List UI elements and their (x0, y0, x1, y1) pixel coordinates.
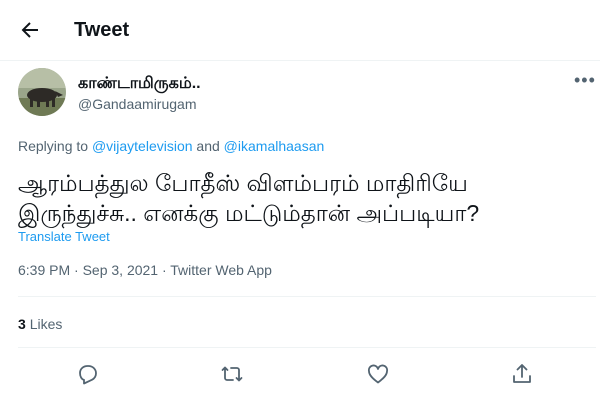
tweet-text: ஆரம்பத்துல போதீஸ் விளம்பரம் மாதிரியே இரு… (18, 168, 588, 228)
rhino-avatar-icon (18, 68, 66, 116)
likes-number: 3 (18, 316, 26, 332)
tweet-text-line-2: இருந்துச்சு.. எனக்கு மட்டும்தான் அப்படிய… (18, 200, 480, 226)
tweet-text-line-1: ஆரம்பத்துல போதீஸ் விளம்பரம் மாதிரியே (18, 170, 468, 196)
replying-to-line: Replying to @vijaytelevision and @ikamal… (18, 138, 324, 154)
share-icon[interactable] (510, 362, 534, 386)
replying-prefix: Replying to (18, 138, 89, 154)
author-handle[interactable]: @Gandaamirugam (78, 96, 197, 112)
like-icon[interactable] (366, 362, 390, 386)
top-bar: Tweet (0, 0, 600, 61)
page-title: Tweet (74, 19, 130, 41)
retweet-icon[interactable] (220, 362, 244, 386)
avatar[interactable] (18, 68, 66, 116)
back-arrow-icon[interactable] (18, 18, 42, 42)
divider (18, 296, 596, 297)
divider (18, 347, 596, 348)
likes-count[interactable]: 3 Likes (18, 316, 62, 332)
reply-icon[interactable] (76, 362, 100, 386)
tweet-timestamp[interactable]: 6:39 PM · Sep 3, 2021 · Twitter Web App (18, 262, 272, 278)
likes-label: Likes (29, 316, 63, 332)
reply-mention-vijaytelevision[interactable]: @vijaytelevision (92, 138, 193, 154)
replying-and: and (196, 138, 220, 154)
author-name[interactable]: காண்டாமிருகம்.. (78, 74, 201, 94)
more-options-icon[interactable]: ••• (574, 71, 596, 89)
reply-mention-ikamalhaasan[interactable]: @ikamalhaasan (224, 138, 325, 154)
translate-tweet-link[interactable]: Translate Tweet (18, 229, 110, 244)
